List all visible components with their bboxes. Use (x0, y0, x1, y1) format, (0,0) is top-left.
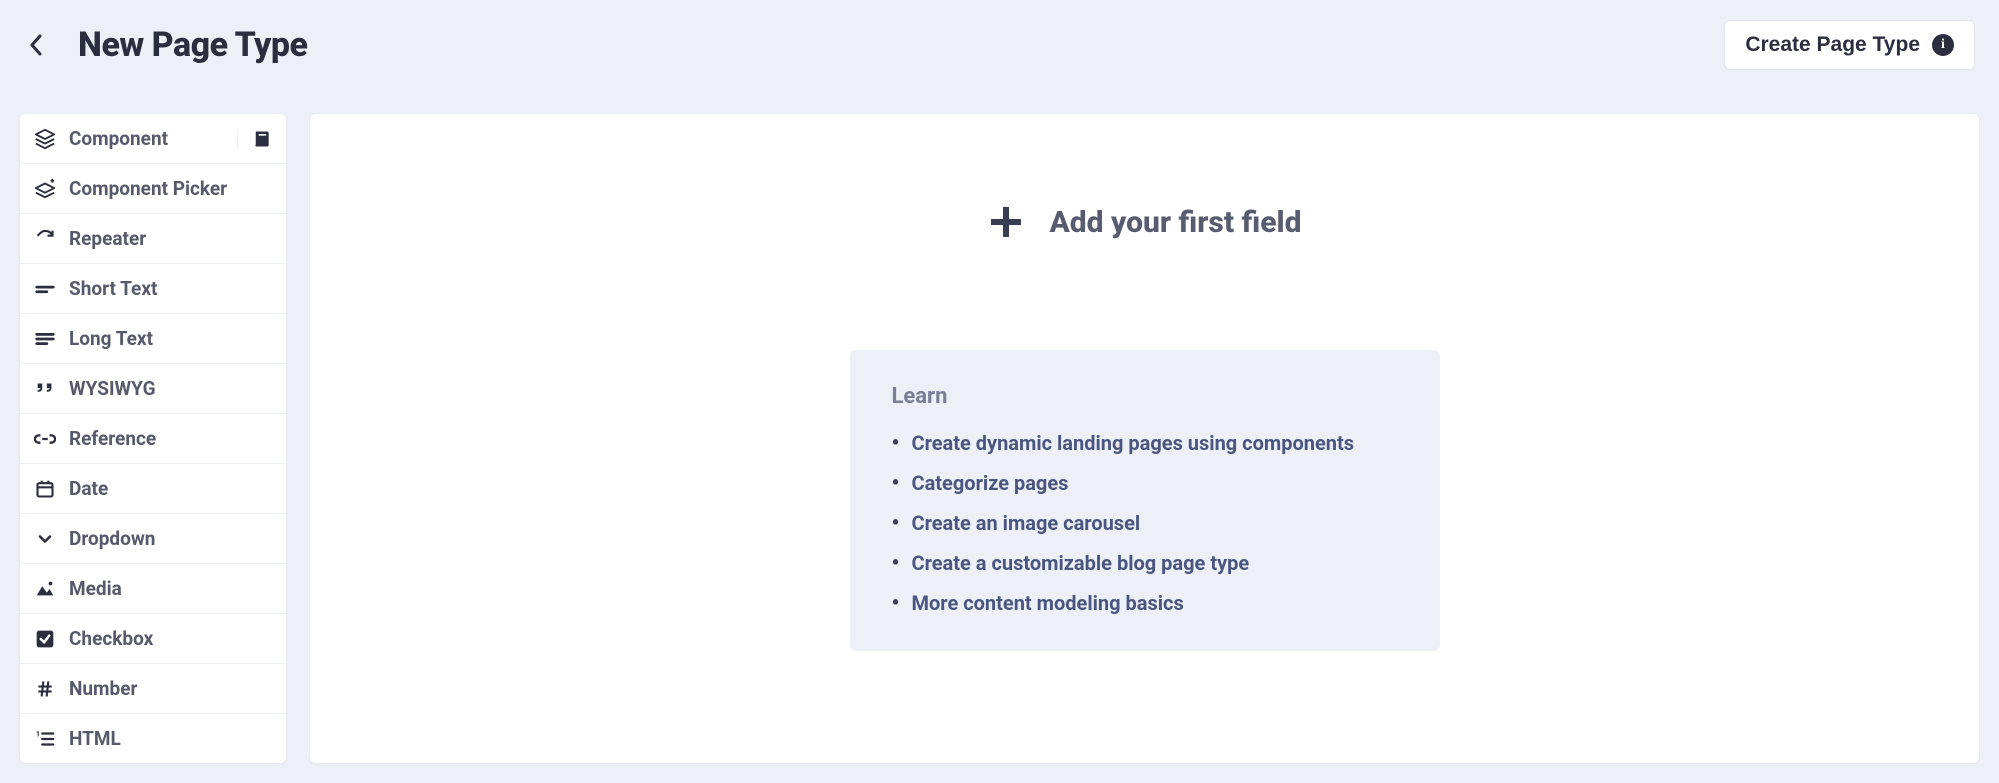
sidebar-item-number[interactable]: Number (20, 664, 286, 714)
layers-icon (34, 128, 56, 150)
learn-list: Create dynamic landing pages using compo… (892, 431, 1398, 615)
sidebar-item-label: WYSIWYG (69, 377, 156, 400)
sidebar-item-label: Reference (69, 427, 156, 450)
layers-plus-icon (34, 178, 56, 200)
link-icon (34, 428, 56, 450)
add-first-field-button[interactable]: Add your first field (988, 204, 1302, 240)
sidebar-item-html[interactable]: 1 HTML (20, 714, 286, 763)
media-icon (34, 578, 56, 600)
sidebar-item-short-text[interactable]: Short Text (20, 264, 286, 314)
info-icon: i (1932, 34, 1954, 56)
sidebar-item-label: HTML (69, 727, 121, 750)
sidebar-item-component-picker[interactable]: Component Picker (20, 164, 286, 214)
short-text-icon (34, 278, 56, 300)
sidebar-item-label: Repeater (69, 227, 146, 250)
list-num-icon: 1 (34, 728, 56, 750)
book-icon (252, 129, 272, 149)
learn-panel: Learn Create dynamic landing pages using… (850, 350, 1440, 651)
learn-link[interactable]: Categorize pages (892, 471, 1398, 495)
chevron-down-icon (34, 528, 56, 550)
learn-link[interactable]: Create an image carousel (892, 511, 1398, 535)
page-title: New Page Type (78, 25, 308, 65)
sidebar-item-reference[interactable]: Reference (20, 414, 286, 464)
sidebar-item-component[interactable]: Component (20, 114, 286, 164)
sidebar-item-label: Component (69, 127, 168, 150)
field-types-sidebar: Component Component Picker Repeater Shor… (20, 114, 286, 763)
learn-link[interactable]: Create a customizable blog page type (892, 551, 1398, 575)
hash-icon (34, 678, 56, 700)
create-button-label: Create Page Type (1745, 33, 1920, 57)
sidebar-item-repeater[interactable]: Repeater (20, 214, 286, 264)
learn-title: Learn (892, 384, 1398, 409)
sidebar-item-label: Dropdown (69, 527, 155, 550)
quotes-icon (34, 378, 56, 400)
back-button[interactable] (24, 33, 48, 57)
sidebar-item-label: Media (69, 577, 122, 600)
sidebar-item-label: Component Picker (69, 177, 227, 200)
chevron-left-icon (29, 34, 43, 56)
sidebar-item-label: Date (69, 477, 108, 500)
sidebar-item-media[interactable]: Media (20, 564, 286, 614)
create-page-type-button[interactable]: Create Page Type i (1724, 20, 1975, 70)
component-doc-icon[interactable] (237, 129, 272, 149)
sidebar-item-label: Long Text (69, 327, 153, 350)
sidebar-item-wysiwyg[interactable]: WYSIWYG (20, 364, 286, 414)
sidebar-item-long-text[interactable]: Long Text (20, 314, 286, 364)
calendar-icon (34, 478, 56, 500)
header-left: New Page Type (24, 25, 308, 65)
sidebar-item-checkbox[interactable]: Checkbox (20, 614, 286, 664)
add-first-field-label: Add your first field (1050, 205, 1302, 240)
sidebar-item-dropdown[interactable]: Dropdown (20, 514, 286, 564)
sidebar-item-label: Number (69, 677, 137, 700)
plus-icon (988, 204, 1024, 240)
svg-text:1: 1 (36, 729, 40, 738)
learn-link[interactable]: Create dynamic landing pages using compo… (892, 431, 1398, 455)
content: Component Component Picker Repeater Shor… (0, 114, 1999, 783)
checkbox-icon (34, 628, 56, 650)
main-canvas: Add your first field Learn Create dynami… (310, 114, 1979, 763)
sidebar-item-label: Checkbox (69, 627, 153, 650)
sidebar-item-date[interactable]: Date (20, 464, 286, 514)
repeat-icon (34, 228, 56, 250)
learn-link[interactable]: More content modeling basics (892, 591, 1398, 615)
long-text-icon (34, 328, 56, 350)
sidebar-item-label: Short Text (69, 277, 157, 300)
header: New Page Type Create Page Type i (0, 0, 1999, 90)
